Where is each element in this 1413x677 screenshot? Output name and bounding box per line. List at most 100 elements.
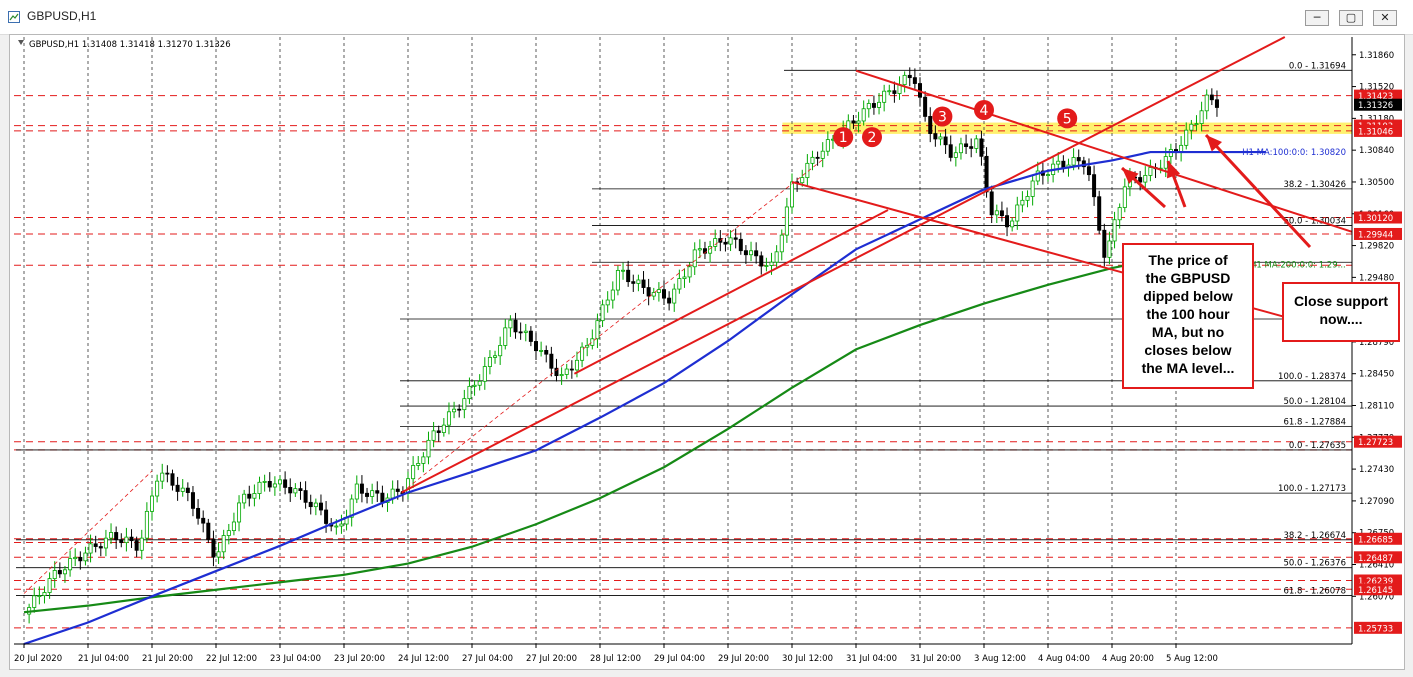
- time-axis-label: 23 Jul 20:00: [334, 654, 385, 664]
- candle-body: [421, 456, 426, 464]
- candle-body: [682, 276, 687, 279]
- candle-body: [283, 479, 288, 488]
- candle-body: [216, 551, 221, 558]
- candle-body: [1030, 180, 1035, 197]
- candle-body: [528, 330, 533, 342]
- candle-body: [564, 368, 569, 375]
- candle-body: [83, 552, 88, 562]
- candle-body: [974, 138, 979, 149]
- candle-body: [1184, 129, 1189, 146]
- window-titlebar[interactable]: GBPUSD,H1 ─ ▢ ✕: [0, 0, 1413, 35]
- candle-body: [1214, 99, 1219, 108]
- chart-area[interactable]: 0.0 - 1.31694 38.2 - 1.30426 50.0 - 1.3003…: [9, 34, 1405, 670]
- candle-body: [871, 103, 876, 108]
- candle-body: [262, 481, 267, 483]
- candle-body: [513, 319, 518, 333]
- candle-body: [231, 521, 236, 532]
- candle-body: [784, 206, 789, 236]
- candle-body: [165, 472, 170, 475]
- candle-body: [989, 191, 994, 216]
- candle-body: [539, 350, 544, 352]
- candle-body: [175, 484, 180, 492]
- support-callout-line: Close support: [1293, 293, 1389, 309]
- ma-callout-line: The price of: [1148, 252, 1228, 268]
- candle-body: [1138, 177, 1143, 183]
- candle-body: [933, 133, 938, 140]
- candle-body: [662, 289, 667, 299]
- candle-body: [938, 136, 943, 140]
- time-axis-label: 24 Jul 12:00: [398, 654, 449, 664]
- candle-body: [610, 289, 615, 301]
- candle-body: [656, 289, 661, 293]
- candle-body: [365, 492, 370, 497]
- minimize-button[interactable]: ─: [1305, 10, 1329, 26]
- candle-body: [948, 144, 953, 158]
- swing-marker-label: 4: [980, 103, 989, 119]
- ma-callout-line: closes below: [1144, 342, 1232, 358]
- maximize-button[interactable]: ▢: [1339, 10, 1363, 26]
- price-axis-label: 1.27090: [1359, 497, 1394, 507]
- candle-body: [441, 424, 446, 433]
- candle-body: [221, 535, 226, 553]
- candle-body: [590, 338, 595, 346]
- candle-body: [994, 210, 999, 216]
- candle-body: [318, 502, 323, 511]
- fib-level-label: 0.0 - 1.31694: [1289, 61, 1346, 71]
- candle-body: [334, 525, 339, 528]
- candle-body: [738, 238, 743, 252]
- candle-body: [308, 501, 313, 508]
- candle-body: [487, 356, 492, 367]
- candle-body: [1117, 207, 1122, 221]
- candle-body: [779, 234, 784, 253]
- candle-body: [769, 261, 774, 266]
- price-tag-label: 1.25733: [1358, 624, 1393, 634]
- candle-body: [964, 143, 969, 148]
- candle-body: [242, 493, 247, 504]
- time-axis-label: 20 Jul 2020: [14, 654, 62, 664]
- candle-body: [866, 103, 871, 110]
- candle-body: [605, 299, 610, 306]
- time-axis-label: 21 Jul 20:00: [142, 654, 193, 664]
- candle-body: [498, 345, 503, 357]
- candle-body: [713, 238, 718, 247]
- price-tag-label: 1.29944: [1358, 230, 1393, 240]
- price-tag-label: 1.26487: [1358, 554, 1393, 564]
- candle-body: [472, 384, 477, 387]
- candle-body: [114, 532, 119, 541]
- time-axis-label: 31 Jul 20:00: [910, 654, 961, 664]
- candle-body: [999, 210, 1004, 217]
- candle-body: [723, 241, 728, 245]
- support-callout-box: Close support now....: [1282, 282, 1400, 342]
- candle-body: [1076, 157, 1081, 162]
- price-axis-label: 1.27430: [1359, 465, 1394, 475]
- candle-body: [626, 269, 631, 283]
- candle-body: [1112, 219, 1117, 242]
- candle-body: [1086, 166, 1091, 176]
- candle-body: [958, 143, 963, 154]
- candle-body: [621, 269, 626, 272]
- price-axis-label: 1.28450: [1359, 370, 1394, 380]
- candle-body: [149, 495, 154, 512]
- candle-body: [574, 359, 579, 371]
- candle-body: [109, 532, 114, 539]
- candle-body: [196, 507, 201, 519]
- candle-body: [436, 430, 441, 433]
- candle-body: [953, 152, 958, 158]
- candle-body: [390, 488, 395, 499]
- candle-body: [518, 331, 523, 334]
- candle-body: [1025, 196, 1030, 201]
- close-button[interactable]: ✕: [1373, 10, 1397, 26]
- candle-body: [1189, 123, 1194, 131]
- candle-body: [759, 255, 764, 267]
- time-axis-label: 22 Jul 12:00: [206, 654, 257, 664]
- candle-body: [559, 374, 564, 377]
- candle-body: [1097, 196, 1102, 231]
- candle-body: [600, 304, 605, 322]
- candle-body: [313, 502, 318, 508]
- candle-body: [943, 136, 948, 146]
- candle-body: [88, 543, 93, 554]
- candle-body: [411, 465, 416, 480]
- candle-body: [452, 408, 457, 413]
- candle-body: [190, 492, 195, 509]
- candle-body: [277, 479, 282, 485]
